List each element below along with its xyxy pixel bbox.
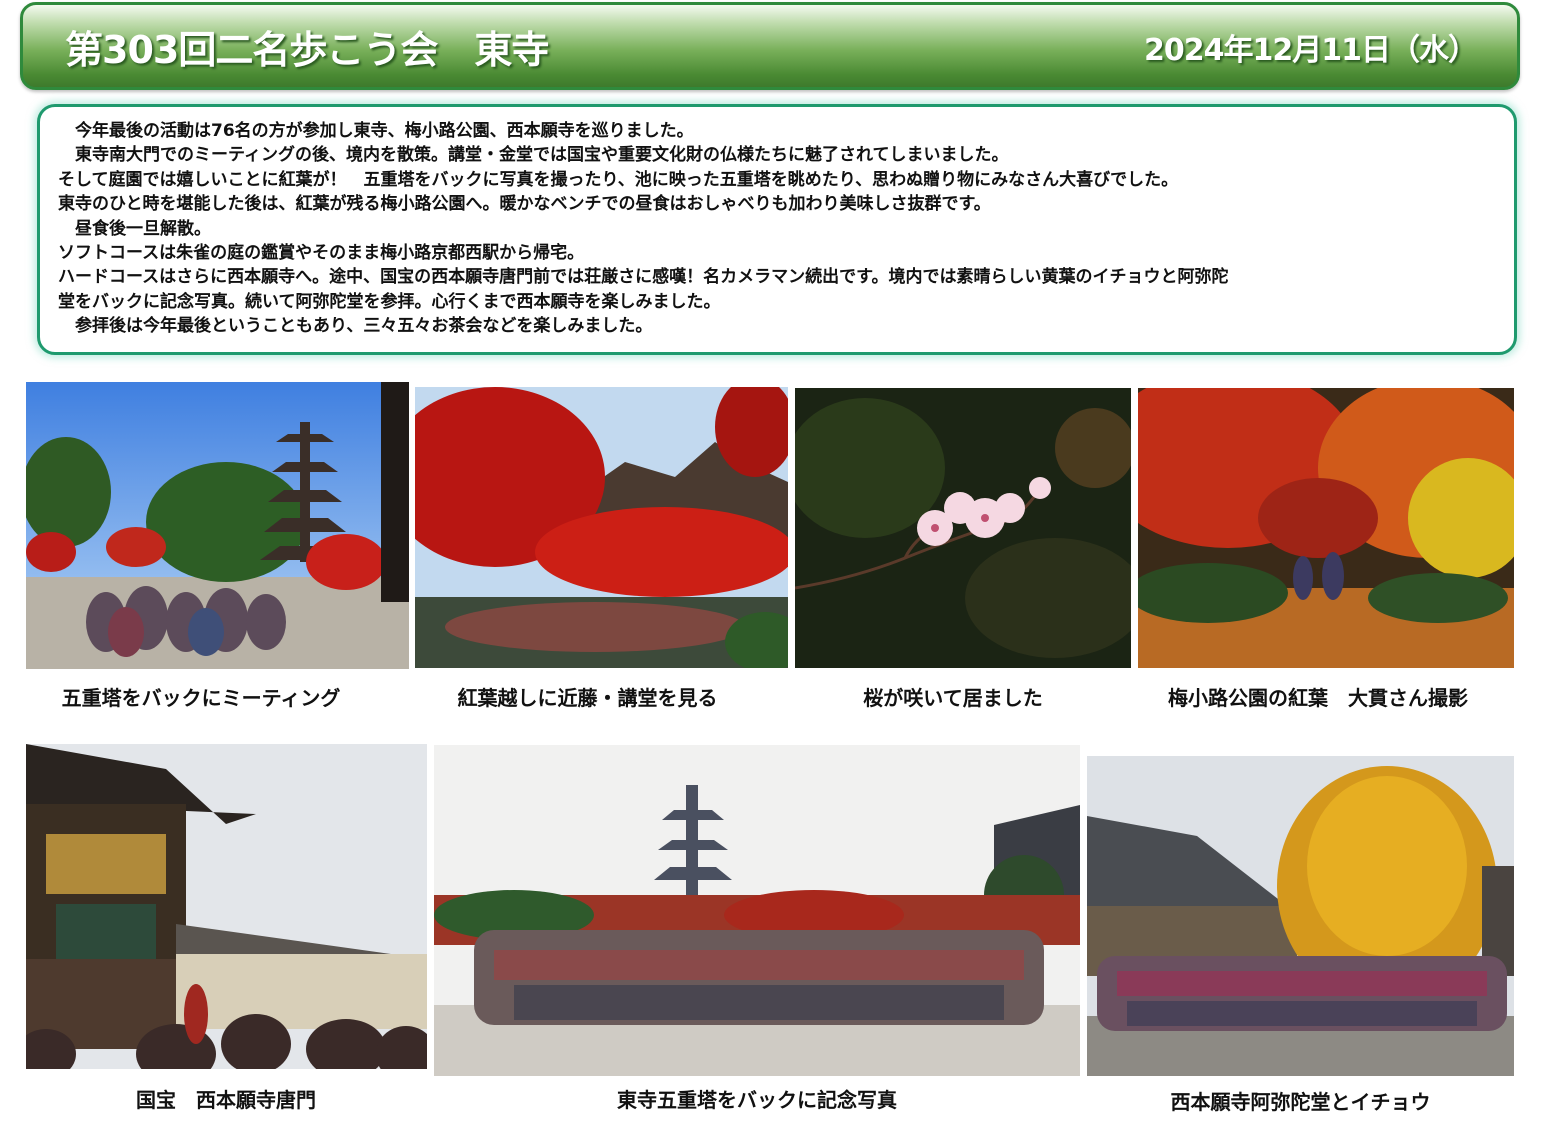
report-line: 堂をバックに記念写真。続いて阿弥陀堂を参拝。心行くまで西本願寺を楽しみました。 xyxy=(58,291,721,312)
page-title: 第303回二名歩こう会 東寺 xyxy=(65,28,549,72)
report-line: ソフトコースは朱雀の庭の鑑賞やそのまま梅小路京都西駅から帰宅。 xyxy=(58,243,585,264)
report-line: 今年最後の活動は76名の方が参加し東寺、梅小路公園、西本願寺を巡りました。 xyxy=(58,121,694,141)
photo-pagoda-meeting xyxy=(26,382,409,669)
photo-karamon-gate xyxy=(26,744,427,1069)
caption-karamon-gate: 国宝 西本願寺唐門 xyxy=(136,1088,316,1112)
header-banner: 第303回二名歩こう会 東寺 2024年12月11日（水） xyxy=(20,2,1520,90)
report-line: ハードコースはさらに西本願寺へ。途中、国宝の西本願寺唐門前では荘厳さに感嘆！名カ… xyxy=(58,267,1229,288)
event-date: 2024年12月11日（水） xyxy=(1144,33,1478,68)
photo-group-toji xyxy=(434,745,1080,1076)
caption-cherry-blossom: 桜が咲いて居ました xyxy=(863,686,1043,710)
report-line: 東寺のひと時を堪能した後は、紅葉が残る梅小路公園へ。暖かなベンチでの昼食はおしゃ… xyxy=(58,194,991,215)
report-line: そして庭園では嬉しいことに紅葉が！ 五重塔をバックに写真を撮ったり、池に映った五… xyxy=(58,169,1179,190)
photo-umekoji-park xyxy=(1138,388,1514,668)
caption-group-toji: 東寺五重塔をバックに記念写真 xyxy=(617,1088,897,1112)
report-line: 東寺南大門でのミーティングの後、境内を散策。講堂・金堂では国宝や重要文化財の仏様… xyxy=(58,145,1009,166)
photo-maple-lecture-hall xyxy=(415,387,788,668)
caption-amida-hall-ginkgo: 西本願寺阿弥陀堂とイチョウ xyxy=(1170,1090,1431,1114)
caption-umekoji-park: 梅小路公園の紅葉 大貫さん撮影 xyxy=(1168,686,1468,710)
report-line: 参拝後は今年最後ということもあり、三々五々お茶会などを楽しみました。 xyxy=(58,316,653,337)
report-text-box: 今年最後の活動は76名の方が参加し東寺、梅小路公園、西本願寺を巡りました。 東寺… xyxy=(37,104,1517,355)
report-line: 昼食後一旦解散。 xyxy=(58,218,211,239)
photo-amida-hall-ginkgo xyxy=(1087,756,1514,1076)
caption-pagoda-meeting: 五重塔をバックにミーティング xyxy=(61,686,341,710)
caption-maple-lecture-hall: 紅葉越しに近藤・講堂を見る xyxy=(457,686,718,710)
photo-cherry-blossom xyxy=(795,388,1131,668)
